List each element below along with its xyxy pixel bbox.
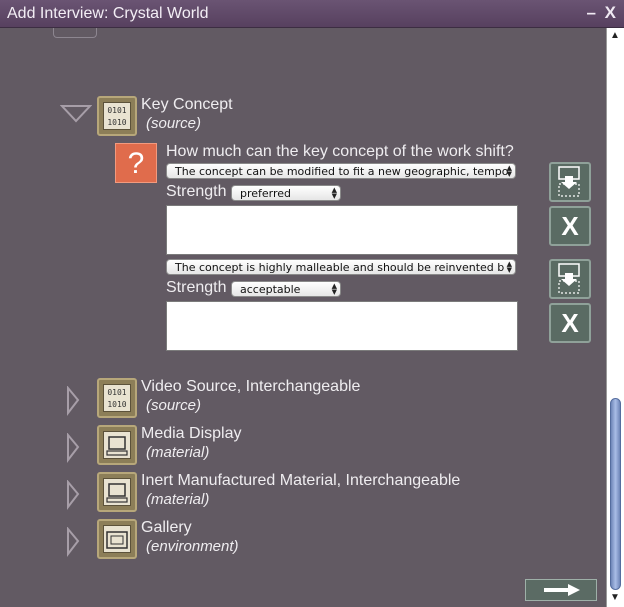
binary-icon: 0101 1010 — [97, 378, 137, 418]
item-name: Video Source, Interchangeable — [141, 378, 361, 395]
item-type: (source) — [146, 115, 202, 132]
answer-select-2[interactable]: The concept is highly malleable and shou… — [166, 259, 516, 275]
window-controls[interactable]: – X — [586, 3, 618, 23]
item-name: Key Concept — [141, 96, 233, 113]
select-arrows-icon: ▲ ▼ — [331, 186, 337, 200]
answer-select-1-value: The concept can be modified to fit a new… — [175, 165, 509, 178]
answer-select-2-value: The concept is highly malleable and shou… — [175, 261, 505, 274]
answer-notes-1[interactable] — [166, 205, 518, 255]
disclosure-triangle-right-icon[interactable] — [60, 433, 80, 463]
title-bar: Add Interview: Crystal World – X — [0, 0, 624, 28]
item-type: (environment) — [146, 538, 239, 555]
monitor-icon — [97, 425, 137, 465]
select-arrows-icon: ▲ ▼ — [331, 282, 337, 296]
strength-select-2-value: acceptable — [240, 283, 301, 296]
binary-icon: 0101 1010 — [97, 96, 137, 136]
strength-select-1-value: preferred — [240, 187, 292, 200]
item-name: Media Display — [141, 425, 242, 442]
select-arrows-icon: ▲ ▼ — [506, 260, 512, 274]
item-type: (material) — [146, 444, 210, 461]
monitor-icon — [97, 472, 137, 512]
scroll-down-icon[interactable]: ▼ — [610, 592, 620, 603]
move-down-icon — [558, 166, 580, 197]
answer-notes-2[interactable] — [166, 301, 518, 351]
item-name: Inert Manufactured Material, Interchange… — [141, 472, 461, 489]
close-icon: X — [561, 211, 579, 241]
disclosure-triangle-right-icon[interactable] — [60, 386, 80, 416]
scrollbar-thumb[interactable] — [610, 398, 621, 590]
disclosure-triangle-down-icon[interactable] — [60, 104, 92, 124]
close-icon: X — [561, 308, 579, 338]
item-type: (source) — [146, 397, 202, 414]
move-down-icon — [558, 263, 580, 294]
partial-item-icon — [53, 28, 97, 38]
answer-select-1[interactable]: The concept can be modified to fit a new… — [166, 163, 516, 179]
strength-label-2: Strength — [166, 279, 227, 296]
window-title: Add Interview: Crystal World — [7, 5, 209, 22]
main-content: 0101 1010 Key Concept (source) ? How much… — [0, 28, 606, 607]
move-down-button-1[interactable] — [549, 162, 591, 202]
disclosure-triangle-right-icon[interactable] — [60, 527, 80, 557]
frame-icon — [97, 519, 137, 559]
next-button[interactable] — [525, 579, 597, 601]
disclosure-triangle-right-icon[interactable] — [60, 480, 80, 510]
remove-button-1[interactable]: X — [549, 206, 591, 246]
question-icon: ? — [115, 143, 157, 183]
remove-button-2[interactable]: X — [549, 303, 591, 343]
strength-select-2[interactable]: acceptable ▲ ▼ — [231, 281, 341, 297]
vertical-scrollbar[interactable]: ▲ ▼ — [606, 28, 624, 607]
scroll-up-icon[interactable]: ▲ — [610, 30, 620, 41]
strength-label-1: Strength — [166, 183, 227, 200]
move-down-button-2[interactable] — [549, 259, 591, 299]
strength-select-1[interactable]: preferred ▲ ▼ — [231, 185, 341, 201]
arrow-right-icon — [544, 584, 580, 596]
question-text: How much can the key concept of the work… — [166, 143, 514, 160]
item-name: Gallery — [141, 519, 192, 536]
select-arrows-icon: ▲ ▼ — [506, 164, 512, 178]
item-type: (material) — [146, 491, 210, 508]
